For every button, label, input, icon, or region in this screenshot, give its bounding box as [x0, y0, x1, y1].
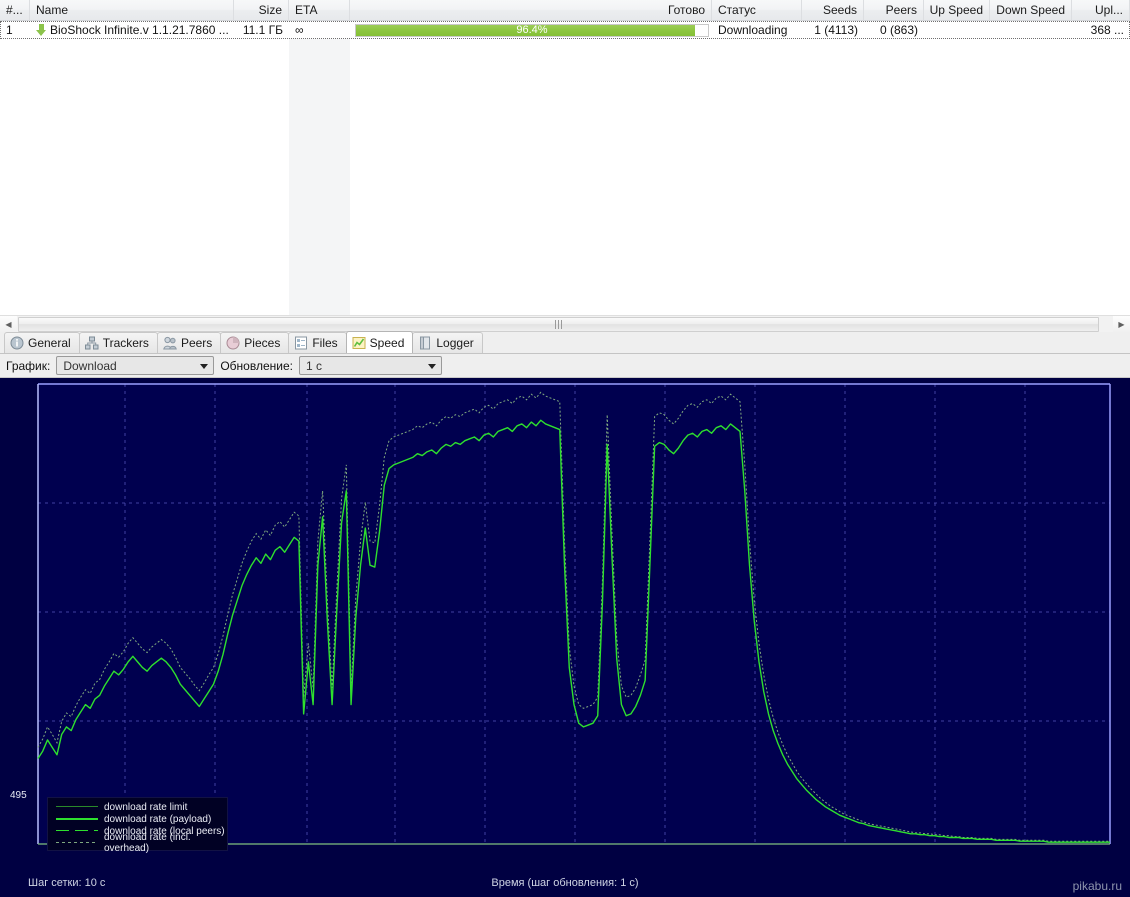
chevron-down-icon — [200, 363, 209, 369]
column-header-peers[interactable]: Peers — [864, 0, 924, 21]
torrent-rows: 1 BioShock Infinite.v 1.1.21.7860 ... 11.1… — [0, 21, 1130, 39]
tab-pieces[interactable]: Pieces — [220, 332, 290, 353]
scroll-right-icon[interactable]: ▶ — [1113, 315, 1130, 333]
pie-icon — [226, 336, 240, 350]
chevron-down-icon — [427, 363, 436, 369]
torrent-list-header[interactable]: #... Name Size ETA Готово Статус Seeds Peers Up … — [0, 0, 1130, 21]
download-arrow-icon — [36, 24, 47, 36]
scrollbar-track[interactable] — [17, 315, 1113, 333]
legend-label: download rate limit — [104, 801, 188, 813]
speed-chart: 495 0 КБ/с download rate limitdownload r… — [0, 378, 1130, 897]
legend-swatch — [56, 802, 98, 812]
table-row[interactable]: 1 BioShock Infinite.v 1.1.21.7860 ... 11.1… — [0, 21, 1130, 39]
chart-legend: download rate limit download rate (payloa… — [47, 797, 228, 854]
tab-label: Logger — [436, 336, 474, 350]
list-icon — [294, 336, 308, 350]
progress-bar: 96.4% — [355, 23, 709, 37]
cell-name: BioShock Infinite.v 1.1.21.7860 ... — [30, 21, 234, 39]
graph-select-value: Download — [63, 358, 117, 373]
progress-label: 96.4% — [516, 23, 548, 36]
watermark: pikabu.ru — [1072, 879, 1122, 893]
torrent-list-panel: #... Name Size ETA Готово Статус Seeds Peers Up … — [0, 0, 1130, 333]
column-header-status[interactable]: Статус — [712, 0, 802, 21]
column-header-down_speed[interactable]: Down Speed — [990, 0, 1072, 21]
tab-peers[interactable]: Peers — [156, 332, 222, 353]
column-header-eta[interactable]: ETA — [289, 0, 350, 21]
chart-icon — [352, 336, 366, 350]
legend-item: download rate limit — [48, 801, 227, 813]
cell-uploaded: 368 ... — [1090, 23, 1124, 37]
people-icon — [163, 336, 177, 350]
detail-tabs[interactable]: General Trackers Peers Pieces Files Speed Logg… — [0, 331, 1130, 354]
cell-seeds: 1 (4113) — [814, 23, 858, 37]
legend-swatch — [56, 838, 98, 848]
cell-eta: ∞ — [295, 23, 304, 37]
graph-toolbar: График: Download Обновление: 1 с — [0, 354, 1130, 378]
torrent-name: BioShock Infinite.v 1.1.21.7860 ... — [50, 23, 229, 37]
column-header-done[interactable]: Готово — [350, 0, 712, 21]
column-header-num[interactable]: #... — [0, 0, 30, 21]
plot-background — [38, 384, 1110, 844]
x-axis-title: Время (шаг обновления: 1 с) — [491, 877, 639, 889]
graph-label: График: — [6, 358, 51, 373]
refresh-label: Обновление: — [220, 358, 293, 373]
refresh-select[interactable]: 1 с — [298, 356, 442, 375]
column-header-size[interactable]: Size — [234, 0, 289, 21]
legend-label: download rate (incl. overhead) — [104, 832, 191, 854]
cell-up_speed — [924, 21, 990, 39]
tab-files[interactable]: Files — [288, 332, 347, 353]
tab-label: Peers — [180, 336, 213, 350]
legend-item: download rate (payload) — [48, 813, 227, 825]
eta-column-band — [289, 21, 350, 332]
cell-done: 96.4% — [350, 21, 712, 39]
tab-speed[interactable]: Speed — [345, 331, 414, 353]
cell-peers: 0 (863) — [879, 23, 918, 37]
utorrent-window: #... Name Size ETA Готово Статус Seeds Peers Up … — [0, 0, 1130, 897]
column-header-seeds[interactable]: Seeds — [802, 0, 864, 21]
refresh-select-value: 1 с — [305, 358, 322, 373]
column-header-name[interactable]: Name — [30, 0, 234, 21]
legend-swatch — [56, 826, 98, 836]
tab-trackers[interactable]: Trackers — [78, 332, 158, 353]
grip-icon — [555, 319, 562, 329]
book-icon — [418, 336, 432, 350]
tab-label: Pieces — [244, 336, 281, 350]
legend-label: download rate (payload) — [104, 813, 212, 825]
legend-swatch — [56, 814, 98, 824]
cell-num: 1 — [6, 23, 13, 37]
column-header-up_speed[interactable]: Up Speed — [924, 0, 990, 21]
tab-label: General — [28, 336, 71, 350]
network-icon — [84, 336, 99, 350]
tab-label: Trackers — [102, 336, 149, 350]
cell-status: Downloading — [718, 23, 788, 37]
cell-size: 11.1 ГБ — [242, 23, 283, 37]
tab-logger[interactable]: Logger — [412, 332, 483, 353]
y-axis-max-label: 495 — [10, 790, 27, 801]
scrollbar-thumb[interactable] — [18, 316, 1099, 332]
horizontal-scrollbar[interactable]: ◀ ▶ — [0, 315, 1130, 333]
info-icon — [10, 336, 24, 350]
cell-down_speed — [990, 21, 1072, 39]
tab-label: Files — [312, 336, 338, 350]
legend-item: download rate (incl. overhead) — [48, 832, 227, 854]
scroll-left-icon[interactable]: ◀ — [0, 315, 17, 333]
speed-chart-canvas — [37, 383, 1111, 845]
tab-general[interactable]: General — [4, 332, 80, 353]
column-header-uploaded[interactable]: Upl... — [1072, 0, 1130, 21]
graph-select[interactable]: Download — [56, 356, 215, 375]
tab-label: Speed — [369, 335, 405, 350]
